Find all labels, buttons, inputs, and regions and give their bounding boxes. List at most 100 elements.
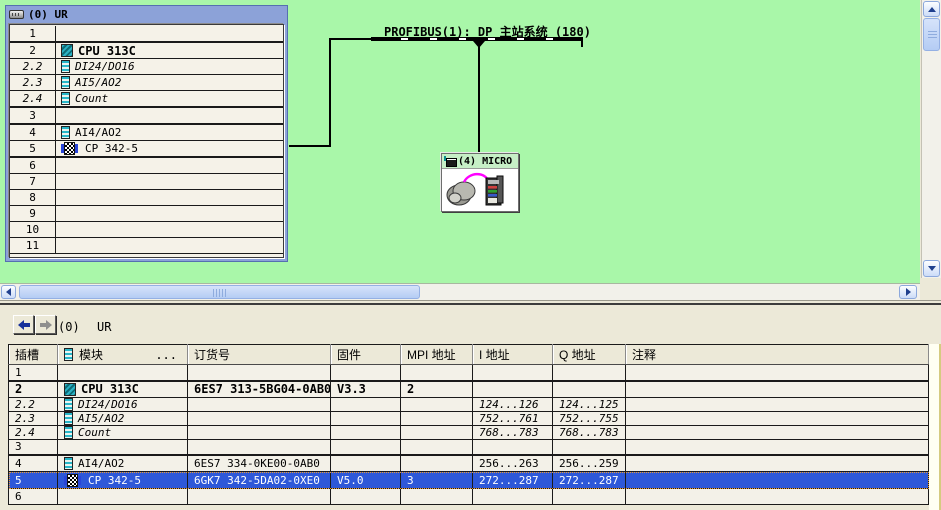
rack-module-cell: Count [56,92,283,105]
rack-slot-table: 1 2 CPU 313C 2.2 DI24/DO16 2.3 AI5/AO2 2.4 C… [9,24,284,258]
rack-row-6[interactable]: 6 [10,158,283,174]
rack-row-7[interactable]: 7 [10,174,283,190]
column-header-module[interactable]: 模块... [57,344,188,365]
dp-slave-station[interactable]: (4) MICRO [441,153,519,212]
vertical-scrollbar[interactable] [921,0,941,278]
module-icon [64,348,73,361]
rack-slot-label: 7 [10,174,56,189]
right-edge-strip [929,344,941,510]
rack-row-10[interactable]: 10 [10,222,283,238]
cpu-module-icon [61,44,73,57]
dp-slave-header[interactable]: (4) MICRO [442,154,518,169]
scroll-right-button[interactable] [899,285,917,299]
rack-module-label: Count [75,92,109,105]
rack-row-2-4[interactable]: 2.4 Count [10,91,283,108]
motor-drive-graphic [446,172,504,206]
rack-window-titlebar[interactable]: (0) UR [6,6,287,22]
table-row-slot-5-selected[interactable]: 5 CP 342-5 6GK7 342-5DA02-0XE0 V5.0 3 27… [8,471,929,489]
rack-slot-label: 9 [10,206,56,221]
back-button[interactable] [13,315,34,334]
module-icon [61,92,70,105]
dp-module-icon [61,142,80,155]
rack-slot-label: 2.4 [10,91,56,106]
rack-module-cell: DI24/DO16 [56,60,283,73]
rack-row-9[interactable]: 9 [10,206,283,222]
back-arrow-icon [17,319,30,330]
rack-icon [9,10,24,19]
table-row-slot-6[interactable]: 6 [8,488,929,505]
table-row-slot-2[interactable]: 2 CPU 313C 6ES7 313-5BG04-0AB0 V3.3 2 [8,380,929,398]
rack-row-2-3[interactable]: 2.3 AI5/AO2 [10,75,283,91]
rack-to-bus-connector-line [329,39,331,147]
scroll-down-button[interactable] [923,260,940,277]
rack-module-cell: CP 342-5 [56,142,283,155]
rack-row-2[interactable]: 2 CPU 313C [10,43,283,59]
column-header-i-address[interactable]: I 地址 [472,344,553,365]
rack-row-1[interactable]: 1 [10,26,283,43]
horizontal-scrollbar-thumb[interactable] [19,285,420,299]
scrollbar-corner [921,278,941,300]
forward-arrow-icon [39,319,52,330]
cpu-module-icon [64,382,76,396]
rack-row-8[interactable]: 8 [10,190,283,206]
table-header-row: 插槽 模块... 订货号 固件 MPI 地址 I 地址 Q 地址 注释 [8,344,929,365]
rack-slot-label: 4 [10,125,56,140]
rack-slot-label: 8 [10,190,56,205]
chevron-right-icon [905,288,911,296]
table-row-slot-4[interactable]: 4 AI4/AO2 6ES7 334-0KE00-0AB0 256...263 … [8,454,929,472]
rack-row-3[interactable]: 3 [10,108,283,125]
scroll-left-button[interactable] [1,285,16,299]
rack-slot-label: 2 [10,43,56,58]
column-header-firmware[interactable]: 固件 [330,344,401,365]
table-row-slot-1[interactable]: 1 [8,364,929,382]
rack-to-bus-connector-line [329,38,373,40]
module-icon [64,426,73,439]
column-header-slot[interactable]: 插槽 [8,344,58,365]
dp-module-icon [64,473,83,487]
table-row-slot-2-3[interactable]: 2.3 AI5/AO2 752...761 752...755 [8,411,929,426]
column-header-order-no[interactable]: 订货号 [187,344,331,365]
module-icon [61,60,70,73]
station-number-label: (0) [58,320,80,334]
chevron-up-icon [927,6,936,12]
module-icon [61,76,70,89]
module-icon [64,412,73,425]
column-header-mpi-address[interactable]: MPI 地址 [400,344,473,365]
column-header-comment[interactable]: 注释 [625,344,929,365]
rack-module-label: DI24/DO16 [75,60,135,73]
rack-slot-label: 2.2 [10,59,56,74]
chevron-down-icon [927,266,936,271]
horizontal-scrollbar[interactable] [0,283,920,300]
rack-row-5[interactable]: 5 CP 342-5 [10,141,283,158]
rack-row-11[interactable]: 11 [10,238,283,254]
station-name-label: UR [97,320,112,334]
rack-row-4[interactable]: 4 AI4/AO2 [10,125,283,141]
bus-to-slave-drop-line [478,46,480,153]
module-icon [61,126,70,139]
scroll-up-button[interactable] [923,1,940,17]
module-icon [64,456,73,470]
rack-module-cell: AI5/AO2 [56,76,283,89]
rack-window-title: (0) UR [28,8,68,21]
vertical-scrollbar-thumb[interactable] [923,18,940,51]
rack-row-2-2[interactable]: 2.2 DI24/DO16 [10,59,283,75]
pane-splitter[interactable] [0,300,941,305]
chevron-left-icon [6,288,11,296]
rack-slot-label: 6 [10,158,56,173]
column-header-q-address[interactable]: Q 地址 [552,344,626,365]
rack-module-label: CPU 313C [78,43,136,58]
rack-module-cell: AI4/AO2 [56,126,283,139]
table-row-slot-2-2[interactable]: 2.2 DI24/DO16 124...126 124...125 [8,397,929,412]
rack-module-label: AI4/AO2 [75,126,122,139]
rack-window[interactable]: (0) UR 1 2 CPU 313C 2.2 DI24/DO16 2.3 AI5/A… [5,5,288,262]
rack-slot-label: 3 [10,108,56,123]
table-row-slot-3[interactable]: 3 [8,439,929,456]
dp-slave-title: (4) MICRO [458,155,513,167]
rack-slot-label: 11 [10,238,56,253]
rack-module-label: CP 342-5 [85,142,138,155]
forward-button[interactable] [35,315,56,334]
station-work-area[interactable]: (0) UR 1 2 CPU 313C 2.2 DI24/DO16 2.3 AI5/A… [0,0,920,283]
module-header-dots: ... [155,347,177,362]
table-row-slot-2-4[interactable]: 2.4 Count 768...783 768...783 [8,425,929,440]
rack-slot-label: 2.3 [10,75,56,90]
